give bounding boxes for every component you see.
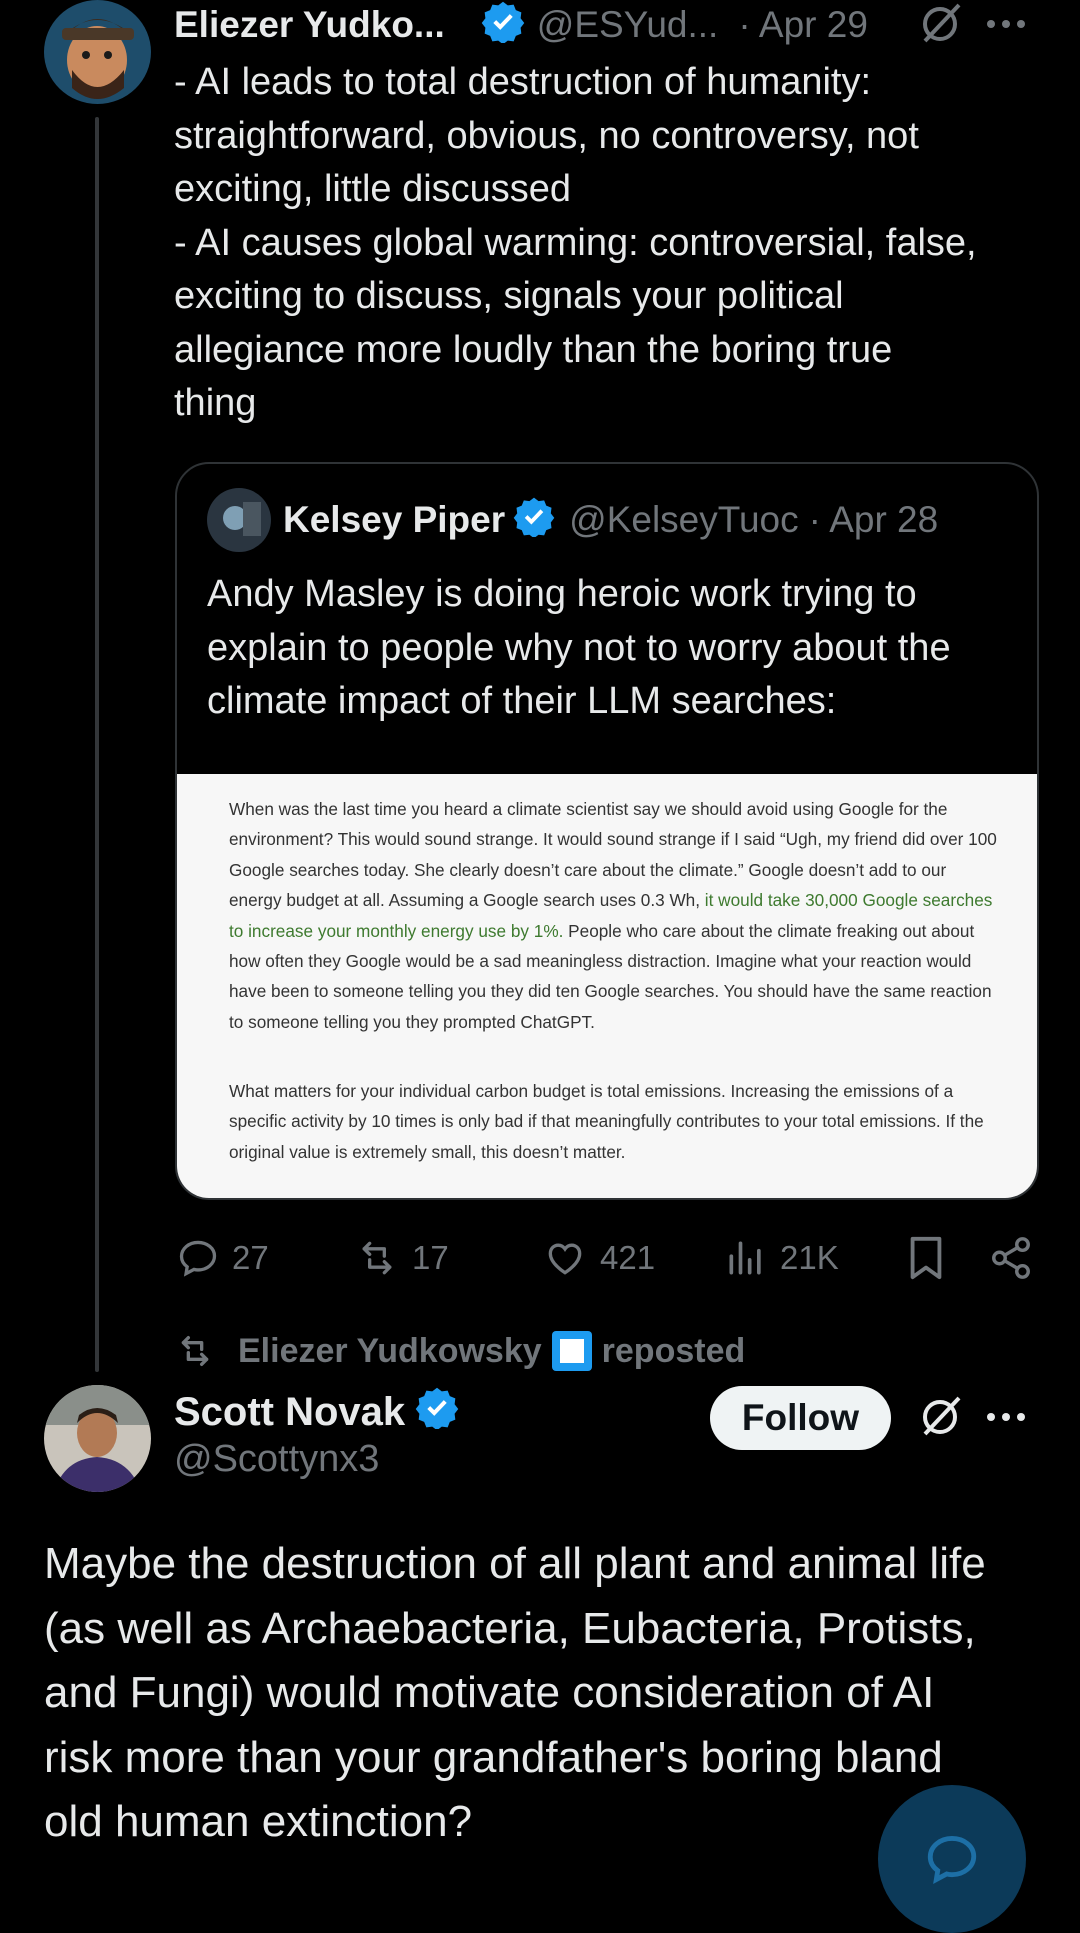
repost-count: 17 <box>412 1239 449 1276</box>
repost-icon <box>181 1336 209 1366</box>
tweet1-line: exciting, little discussed <box>174 168 572 210</box>
quote-image[interactable]: When was the last time you heard a clima… <box>177 774 1037 1198</box>
tweet1-handle[interactable]: @ESYud... <box>537 4 719 46</box>
repost-button[interactable]: 17 <box>354 1230 449 1286</box>
avatar-kelsey <box>207 488 271 552</box>
tweet2-handle[interactable]: @Scottynx3 <box>174 1438 379 1481</box>
more-options-icon[interactable] <box>985 1397 1027 1437</box>
tweet1-text: - AI leads to total destruction of human… <box>174 56 1044 431</box>
emoji-square-icon <box>551 1331 592 1371</box>
reposted-label: reposted <box>601 1331 746 1370</box>
reposter-name[interactable]: Eliezer Yudkowsky <box>238 1332 542 1371</box>
follow-button[interactable]: Follow <box>710 1386 891 1450</box>
views-icon <box>729 1241 761 1275</box>
like-button[interactable]: 421 <box>542 1230 655 1286</box>
repost-icon <box>362 1241 392 1275</box>
tweet2-author-name[interactable]: Scott Novak <box>174 1390 405 1435</box>
thread-line <box>95 117 99 1372</box>
tweet1-line: allegiance more loudly than the boring t… <box>174 328 893 371</box>
tweet1-line: thing <box>174 382 257 424</box>
avatar-scott[interactable] <box>44 1385 151 1492</box>
verified-badge-icon <box>481 0 525 52</box>
quote-date: · Apr 28 <box>808 499 939 540</box>
bookmark-icon <box>910 1236 942 1280</box>
grok-icon[interactable] <box>915 0 965 48</box>
tweet1-line: - AI leads to total destruction of human… <box>174 61 872 103</box>
reply-count: 27 <box>232 1239 269 1276</box>
verified-badge-icon <box>513 495 555 546</box>
reply-bubble-icon <box>927 1836 977 1884</box>
quote-author-name: Kelsey Piper <box>283 499 506 540</box>
avatar-eliezer[interactable] <box>44 0 151 104</box>
tweet1-action-bar: 27 17 421 21K <box>174 1230 1044 1286</box>
quote-tweet-card[interactable]: Kelsey Piper @KelseyTuoc · Apr 28 Andy M… <box>175 462 1039 1200</box>
tweet1-date[interactable]: · Apr 29 <box>738 4 868 46</box>
reply-icon <box>179 1240 217 1277</box>
like-count: 421 <box>600 1239 656 1276</box>
heart-icon <box>548 1243 582 1275</box>
share-icon <box>992 1237 1030 1279</box>
views-button[interactable]: 21K <box>724 1230 839 1286</box>
quote-image-paragraph-2: What matters for your individual carbon … <box>229 1081 984 1162</box>
tweet2-text: Maybe the destruction of all plant and a… <box>44 1539 986 1846</box>
reply-button[interactable]: 27 <box>176 1230 269 1286</box>
quote-handle: @KelseyTuoc <box>569 499 799 540</box>
grok-icon[interactable] <box>915 1392 965 1442</box>
verified-badge-icon <box>415 1385 459 1439</box>
tweet1-author-name[interactable]: Eliezer Yudko... <box>174 4 445 46</box>
tweet1-header: Eliezer Yudko... @ESYud... · Apr 29 <box>174 0 868 50</box>
quote-header: Kelsey Piper @KelseyTuoc · Apr 28 <box>207 488 939 552</box>
tweet1-line: exciting to discuss, signals your politi… <box>174 275 844 317</box>
quote-image-paragraph-1: When was the last time you heard a clima… <box>229 794 999 1037</box>
tweet1-line: - AI causes global warming: controversia… <box>174 221 977 264</box>
tweet1-line: straightforward, obvious, no controversy… <box>174 114 919 157</box>
quote-text: Andy Masley is doing heroic work trying … <box>207 573 951 722</box>
repost-banner: Eliezer Yudkowsky reposted <box>174 1328 745 1374</box>
share-button[interactable] <box>988 1230 1046 1286</box>
view-count: 21K <box>780 1239 839 1276</box>
bookmark-button[interactable] <box>906 1230 958 1286</box>
compose-reply-button[interactable] <box>878 1785 1026 1933</box>
tweet2-header: Scott Novak <box>174 1384 459 1440</box>
more-options-icon[interactable] <box>985 4 1027 44</box>
